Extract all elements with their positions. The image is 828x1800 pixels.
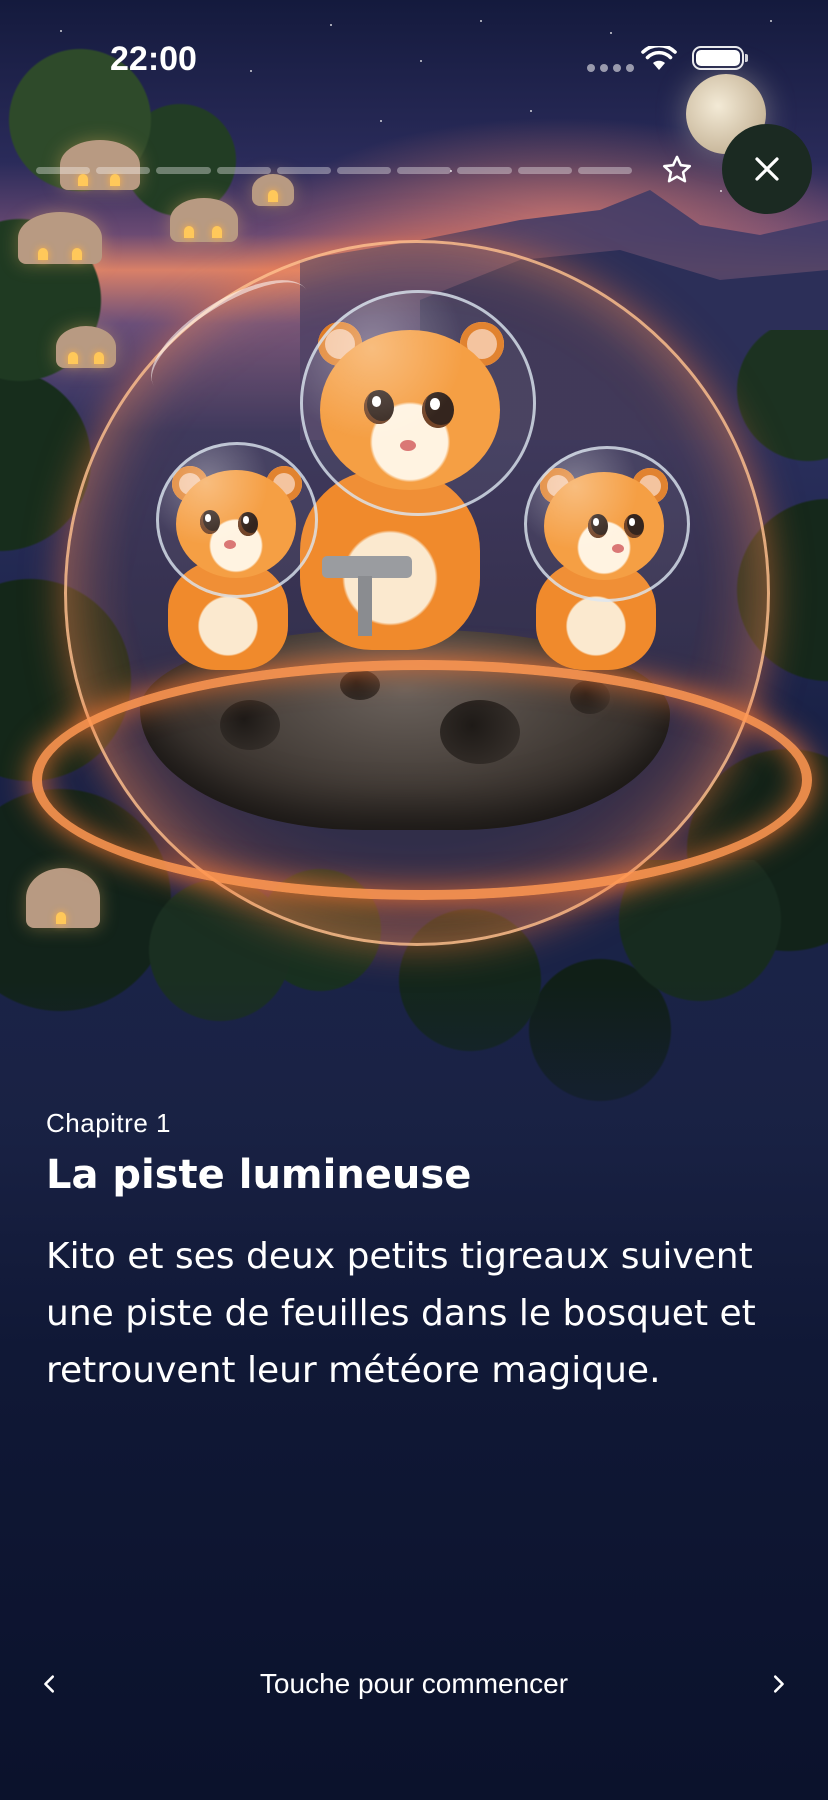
tree-house	[56, 326, 116, 368]
battery-icon	[692, 46, 748, 70]
chapter-label: Chapitre 1	[46, 1108, 171, 1138]
progress-segment	[337, 167, 392, 174]
chapter-title: La piste lumineuse	[46, 1152, 472, 1198]
status-time: 22:00	[110, 40, 197, 78]
close-button[interactable]	[722, 124, 812, 214]
close-icon	[755, 157, 779, 181]
glowing-ring	[32, 660, 812, 900]
progress-segment	[457, 167, 512, 174]
progress-segment	[397, 167, 452, 174]
favorite-button[interactable]	[657, 150, 697, 190]
progress-segment	[577, 167, 633, 174]
story-navigation: Touche pour commencer	[0, 1662, 828, 1706]
illustration-tigers-meteor-bubble[interactable]	[0, 0, 828, 1800]
progress-segment	[517, 167, 572, 174]
cellular-dots-icon	[587, 64, 634, 72]
star-outline-icon	[662, 155, 692, 183]
chevron-right-icon	[773, 1675, 784, 1693]
progress-segment	[96, 167, 151, 174]
tree-house	[60, 140, 140, 190]
joystick	[322, 556, 412, 636]
next-page-button[interactable]	[758, 1662, 798, 1706]
battery-fill	[696, 50, 740, 66]
progress-segment	[276, 167, 332, 174]
tree-house	[18, 212, 102, 264]
wifi-icon	[641, 46, 677, 70]
start-reading-button[interactable]: Touche pour commencer	[0, 1668, 828, 1700]
tree-house	[170, 198, 238, 242]
progress-segment	[36, 167, 91, 174]
story-progress-bar	[36, 167, 633, 174]
progress-segment	[216, 167, 271, 174]
progress-segment	[156, 167, 211, 174]
chapter-description: Kito et ses deux petits tigreaux suivent…	[46, 1236, 756, 1391]
tree-house	[252, 174, 294, 206]
